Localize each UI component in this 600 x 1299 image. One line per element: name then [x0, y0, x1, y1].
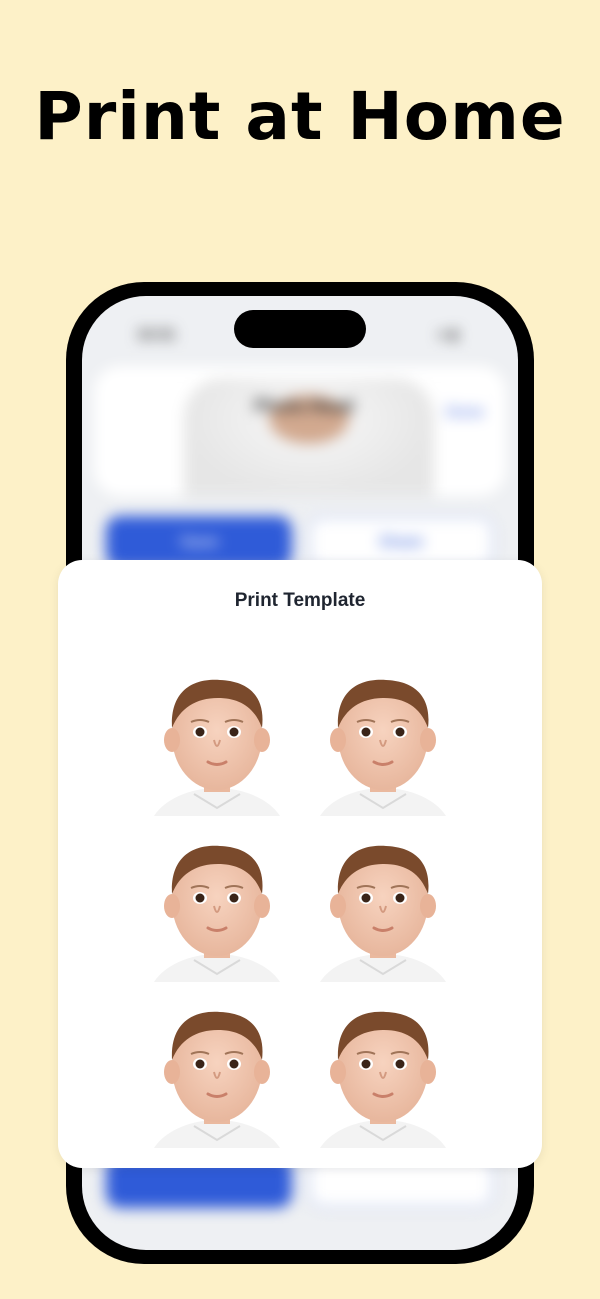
passport-photo	[134, 982, 300, 1148]
passport-photo	[300, 982, 466, 1148]
save-label: Save	[179, 532, 219, 551]
share-label: Share	[378, 532, 424, 551]
done-button[interactable]: Done	[446, 404, 484, 422]
passport-photo	[300, 816, 466, 982]
status-indicators: ● ▮	[437, 326, 458, 342]
passport-photo	[300, 650, 466, 816]
sheet-title: Print Template	[234, 590, 366, 611]
photo-grid	[134, 650, 466, 1148]
dynamic-island	[234, 310, 366, 348]
passport-photo	[134, 816, 300, 982]
headline: Print at Home	[34, 78, 566, 155]
photo-label: Photo Head	[254, 396, 355, 416]
print-template-sheet: Print Template	[58, 560, 542, 1168]
status-time: 10:31	[137, 326, 176, 343]
passport-photo	[134, 650, 300, 816]
photo-preview-card: Photo Head Done	[94, 366, 506, 496]
